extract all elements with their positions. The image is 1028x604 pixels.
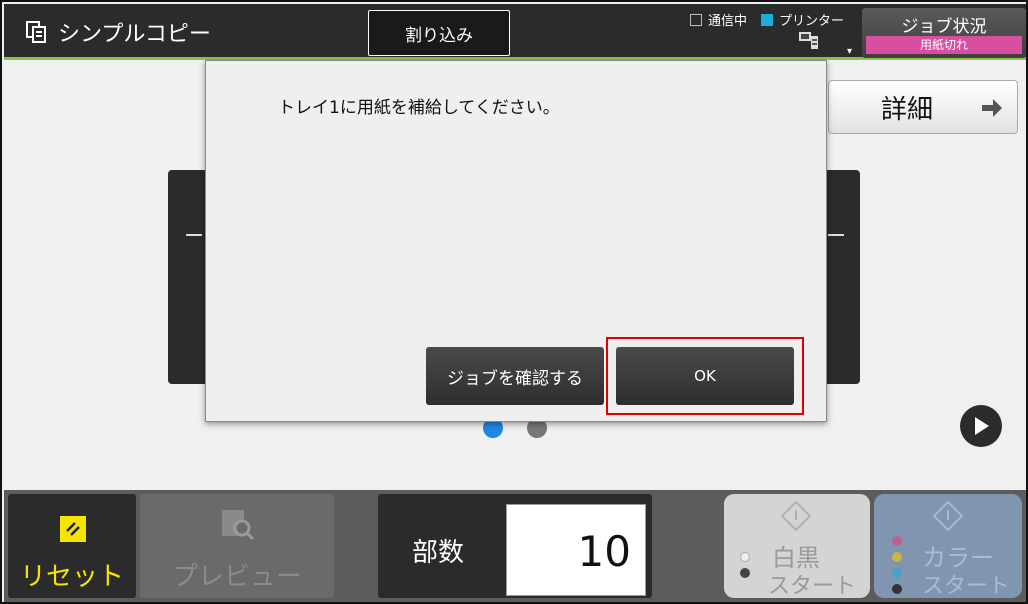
color-start-label-2: スタート [922, 574, 1011, 599]
bw-start-label-2: スタート [768, 574, 857, 599]
copies-field[interactable]: 10 [506, 504, 646, 596]
preview-label: プレビュー [171, 562, 302, 592]
job-status-badge: 用紙切れ [866, 36, 1022, 54]
play-icon [975, 417, 989, 435]
paper-out-dialog: トレイ1に用紙を補給してください。 ジョブを確認する OK [205, 60, 827, 422]
header: シンプルコピー 割り込み 通信中 プリンター ▾ ジョブ状況 用紙切れ [4, 4, 1026, 60]
minus-icon [186, 234, 202, 236]
reset-label: リセット [19, 562, 124, 592]
dialog-message: トレイ1に用紙を補給してください。 [278, 98, 560, 118]
background-panel-right [824, 170, 860, 384]
start-icon [780, 500, 812, 532]
black-dot-icon [892, 584, 902, 594]
detail-button[interactable]: 詳細 [828, 80, 1018, 134]
detail-label: 詳細 [881, 94, 934, 125]
copies-value: 10 [577, 527, 631, 576]
confirm-job-button[interactable]: ジョブを確認する [426, 347, 604, 405]
printer-icon [799, 32, 818, 49]
comm-indicator [690, 13, 702, 26]
arrow-right-icon [982, 99, 1002, 117]
background-panel-left [168, 170, 208, 384]
next-page-button[interactable] [960, 405, 1002, 447]
screen: シンプルコピー 割り込み 通信中 プリンター ▾ ジョブ状況 用紙切れ 詳細 ト… [0, 0, 1028, 604]
copies-control: 部数 10 [378, 494, 652, 598]
reset-icon [60, 516, 86, 542]
comm-label: 通信中 [708, 14, 748, 29]
bw-start-button[interactable]: 白黒 スタート [724, 494, 870, 599]
reset-button[interactable]: リセット [8, 494, 136, 598]
cyan-dot-icon [892, 568, 902, 578]
preview-icon [222, 510, 255, 541]
printer-label: プリンター [779, 14, 845, 29]
bw-indicator-icon [740, 552, 750, 562]
copy-icon [26, 21, 46, 43]
job-status-button[interactable]: ジョブ状況 用紙切れ [862, 8, 1026, 58]
interrupt-button[interactable]: 割り込み [368, 10, 510, 56]
magenta-dot-icon [892, 536, 902, 546]
minus-icon [828, 234, 844, 236]
status-area: 通信中 プリンター ▾ [690, 8, 860, 58]
bw-indicator-icon [740, 568, 750, 578]
preview-button[interactable]: プレビュー [140, 494, 334, 598]
copies-label: 部数 [412, 538, 465, 568]
app-title-text: シンプルコピー [58, 22, 211, 47]
color-start-button[interactable]: カラー スタート [874, 494, 1022, 599]
job-status-label: ジョブ状況 [901, 17, 987, 37]
start-icon [932, 500, 964, 532]
footer: リセット プレビュー 部数 10 白黒 スタート カラー スタート [4, 490, 1026, 602]
status-dropdown-icon[interactable]: ▾ [847, 46, 852, 57]
yellow-dot-icon [892, 552, 902, 562]
printer-indicator [761, 13, 774, 26]
app-title: シンプルコピー [24, 4, 211, 60]
ok-button[interactable]: OK [616, 347, 794, 405]
